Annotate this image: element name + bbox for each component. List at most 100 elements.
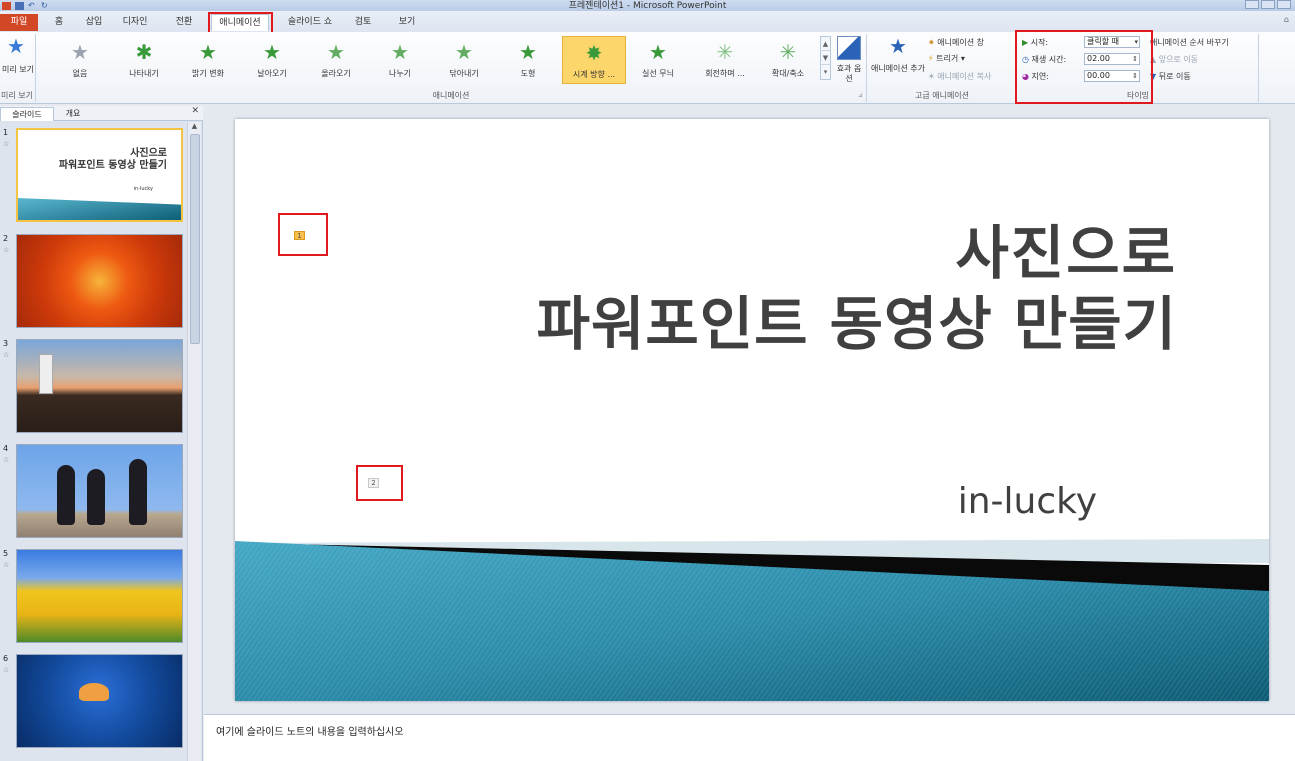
tab-transitions[interactable]: 전환 [170,14,198,31]
anim-label: 날아오기 [257,69,287,78]
lighthouse-shape [39,354,53,394]
gallery-more-icon[interactable]: ▾ [821,65,830,79]
close-window-button[interactable] [1277,0,1291,9]
anim-label: 시계 방향 ... [572,70,616,79]
anim-label: 밝기 변화 [192,69,224,78]
notes-pane[interactable]: 여기에 슬라이드 노트의 내용을 입력하십시오 [204,714,1295,761]
animation-tag-2[interactable]: 2 [368,478,379,488]
slide-thumbnail-3[interactable] [16,339,183,433]
close-icon[interactable]: ✕ [191,106,199,116]
slide-thumbnail-6[interactable] [16,654,183,748]
trigger-button[interactable]: ⚡ 트리거 ▾ [928,53,965,64]
float-in-star-icon: ★ [327,40,345,64]
slide-subtitle[interactable]: in-lucky [958,481,1097,522]
delay-row: ◕ 지연: [1022,71,1049,82]
animation-painter-button[interactable]: ✶ 애니메이션 복사 [928,71,991,82]
duration-spinner[interactable]: 02.00 ⇕ [1084,53,1140,65]
trigger-lightning-icon: ⚡ [928,54,934,63]
anim-zoom-button[interactable]: ✳ 확대/축소 [758,34,818,84]
slide-number: 3 [3,339,9,348]
anim-appear-button[interactable]: ✱ 나타내기 [114,34,174,84]
anim-fly-in-button[interactable]: ★ 날아오기 [242,34,302,84]
add-animation-button[interactable]: ★ 애니메이션 추가 [870,34,926,88]
animation-marker-icon: ☆ [3,666,10,674]
tab-slideshow[interactable]: 슬라이드 쇼 [282,14,338,31]
notes-placeholder[interactable]: 여기에 슬라이드 노트의 내용을 입력하십시오 [216,723,404,738]
animation-marker-icon: ☆ [3,351,10,359]
add-animation-star-icon: ★ [889,34,907,58]
split-star-icon: ★ [391,40,409,64]
slide-number: 2 [3,234,9,243]
slide-thumbnail-5[interactable] [16,549,183,643]
slide-thumbnail-2[interactable] [16,234,183,328]
anim-split-button[interactable]: ★ 나누기 [370,34,430,84]
slide-canvas[interactable]: 사진으로 파워포인트 동영상 만들기 in-lucky [235,119,1269,701]
appear-star-icon: ✱ [135,40,153,64]
anim-label: 나누기 [388,69,412,78]
slide-number: 6 [3,654,9,663]
move-later-button[interactable]: ▼ 뒤로 이동 [1150,71,1191,82]
preview-button[interactable]: ★ 미리 보기 [2,34,34,88]
shape-star-icon: ★ [519,40,537,64]
slide-thumbnail-1[interactable]: 사진으로 파워포인트 동영상 만들기 in-lucky [16,128,183,222]
tab-home[interactable]: 홈 [50,14,68,31]
animation-marker-icon: ☆ [3,246,10,254]
anim-none-button[interactable]: ★ 없음 [50,34,110,84]
anim-grow-turn-button[interactable]: ✳ 회전하며 ... [692,34,758,84]
timing-group-label: 타이밍 [1126,91,1150,100]
effect-options-label: 효과 옵션 [836,64,862,83]
anim-label: 확대/축소 [771,69,805,78]
animation-tag-1[interactable]: 1 [294,231,305,240]
slide-wave-decoration [235,539,1269,701]
advanced-animation-group-label: 고급 애니메이션 [914,91,970,100]
animation-pane-button[interactable]: ✷ 애니메이션 창 [928,37,984,48]
start-dropdown[interactable]: 클릭할 때 ▾ [1084,36,1140,48]
tab-outline[interactable]: 개요 [56,107,90,121]
anim-float-in-button[interactable]: ★ 올라오기 [306,34,366,84]
slide-thumbnail-4[interactable] [16,444,183,538]
anim-label: 실선 무늬 [642,69,674,78]
chevron-down-icon: ▾ [960,54,965,63]
tab-insert[interactable]: 삽입 [80,14,108,31]
delay-label: 지연: [1031,72,1049,81]
anim-fade-button[interactable]: ★ 밝기 변화 [178,34,238,84]
move-earlier-icon: ▲ [1150,55,1157,64]
gallery-down-icon[interactable]: ▼ [821,51,830,65]
anim-label: 올라오기 [321,69,351,78]
move-earlier-button[interactable]: ▲ 앞으로 이동 [1150,54,1198,65]
anim-wipe-button[interactable]: ★ 닦아내기 [434,34,494,84]
ribbon-help-icon[interactable]: ⌂ [1284,15,1289,24]
animation-marker-icon: ☆ [3,456,10,464]
duration-value: 02.00 [1087,54,1110,63]
maximize-button[interactable] [1261,0,1275,9]
slides-pane: 슬라이드 개요 ✕ 1 ☆ 사진으로 파워포인트 동영상 만들기 in-luck… [0,106,203,761]
anim-random-bars-button[interactable]: ★ 실선 무늬 [628,34,688,84]
separator [1258,34,1259,102]
penguin-shape [129,459,147,525]
dialog-launcher-icon[interactable]: ⊿ [858,92,863,99]
delay-value: 00.00 [1087,71,1110,80]
title-bar: ↶ ↻ 프레젠테이션1 - Microsoft PowerPoint [0,0,1295,11]
tab-design[interactable]: 디자인 [118,14,152,31]
scroll-up-icon[interactable]: ▲ [188,122,201,133]
add-animation-label: 애니메이션 추가 [870,64,926,73]
tab-review[interactable]: 검토 [350,14,376,31]
slide-number: 1 [3,128,9,137]
thumb-wave [18,198,181,220]
slides-pane-scrollbar[interactable]: ▲ [187,122,201,761]
tab-view[interactable]: 보기 [393,14,421,31]
gallery-scroll: ▲ ▼ ▾ [820,36,831,80]
effect-options-button[interactable]: 효과 옵션 [834,34,864,88]
anim-shape-button[interactable]: ★ 도형 [498,34,558,84]
move-later-icon: ▼ [1150,72,1157,81]
tab-slides[interactable]: 슬라이드 [0,107,54,121]
slide-title-line-2[interactable]: 파워포인트 동영상 만들기 [537,277,1177,361]
minimize-button[interactable] [1245,0,1259,9]
tab-animations[interactable]: 애니메이션 [211,14,269,31]
gallery-up-icon[interactable]: ▲ [821,37,830,51]
delay-spinner[interactable]: 00.00 ⇕ [1084,70,1140,82]
scroll-thumb[interactable] [190,134,200,344]
tab-file[interactable]: 파일 [0,14,38,31]
anim-label: 회전하며 ... [705,69,745,78]
anim-wheel-button[interactable]: ✸ 시계 방향 ... [562,36,626,84]
